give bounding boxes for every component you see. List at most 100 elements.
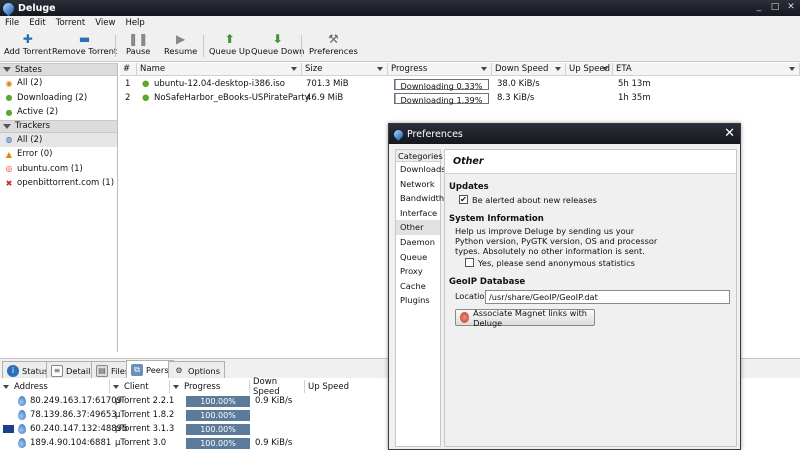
torrent-progress-bar: Downloading 0.33% <box>394 79 489 91</box>
column-header-peer-down-speed[interactable]: Down Speed <box>250 377 305 397</box>
geoip-location-input[interactable]: /usr/share/GeoIP/GeoIP.dat <box>485 290 730 304</box>
preferences-pane: Other Updates ✔ Be alerted about new rel… <box>444 149 737 447</box>
category-cache[interactable]: Cache <box>396 279 440 294</box>
associate-magnet-button[interactable]: Associate Magnet links with Deluge <box>455 308 595 328</box>
sysinfo-text: types. Absolutely no other information i… <box>455 246 645 256</box>
document-icon: ≡ <box>51 364 63 377</box>
column-header-client[interactable]: Client <box>110 380 170 393</box>
menu-torrent[interactable]: Torrent <box>51 18 91 28</box>
add-torrent-button[interactable]: ✚ Add Torrent <box>4 32 52 60</box>
send-statistics-checkbox[interactable] <box>465 258 474 267</box>
minimize-button[interactable]: _ <box>752 1 766 14</box>
tab-options[interactable]: ⚙ Options <box>168 361 226 379</box>
categories-header: Categories <box>396 150 443 162</box>
peer-download-icon <box>18 396 26 406</box>
dialog-title: Preferences <box>407 128 463 140</box>
window-title: Deluge <box>18 2 56 14</box>
dialog-close-icon[interactable]: ✕ <box>724 126 735 141</box>
menu-view[interactable]: View <box>90 18 120 28</box>
expander-icon <box>3 67 11 72</box>
menu-file[interactable]: File <box>0 18 24 28</box>
toolbar-separator <box>203 35 204 57</box>
openbittorrent-icon: ✖ <box>5 178 13 188</box>
maximize-button[interactable]: □ <box>768 1 782 14</box>
peer-download-icon <box>18 438 26 448</box>
category-other[interactable]: Other <box>396 220 440 235</box>
downloading-icon: ● <box>5 93 13 103</box>
ubuntu-icon: ◎ <box>5 164 13 174</box>
category-queue[interactable]: Queue <box>396 250 440 265</box>
sidebar: States ◉ All (2) ● Downloading (2) ● Act… <box>0 63 118 352</box>
alert-releases-checkbox[interactable]: ✔ <box>459 195 468 204</box>
column-header-down-speed[interactable]: Down Speed <box>492 63 566 76</box>
peer-progress-bar: 100.00% <box>186 410 250 421</box>
category-downloads[interactable]: Downloads <box>396 162 446 177</box>
downloading-icon: ● <box>142 93 150 103</box>
column-header-name[interactable]: Name <box>137 63 302 76</box>
sort-icon <box>602 67 608 71</box>
menu-help[interactable]: Help <box>120 18 149 28</box>
menu-edit[interactable]: Edit <box>24 18 50 28</box>
category-plugins[interactable]: Plugins <box>396 293 440 308</box>
column-header-num[interactable]: # <box>120 63 137 76</box>
column-header-peer-up-speed[interactable]: Up Speed <box>305 380 385 393</box>
state-downloading[interactable]: ● Downloading (2) <box>0 91 117 106</box>
pause-button[interactable]: ❚❚ Pause <box>126 32 150 60</box>
system-information-header: System Information <box>449 214 544 224</box>
peer-progress-bar: 100.00% <box>186 396 250 407</box>
torrent-row[interactable]: 2 ● NoSafeHarbor_eBooks-USPirateParty 46… <box>120 92 800 106</box>
sort-icon <box>377 67 383 71</box>
tracker-openbittorrent[interactable]: ✖ openbittorrent.com (1) <box>0 176 117 191</box>
category-interface[interactable]: Interface <box>396 206 440 221</box>
active-icon: ● <box>5 107 13 117</box>
category-daemon[interactable]: Daemon <box>396 235 440 250</box>
check-icon: ✔ <box>460 195 467 204</box>
resume-button[interactable]: ▶ Resume <box>164 32 197 60</box>
peer-progress-bar: 100.00% <box>186 424 250 435</box>
arrow-down-icon: ⬇ <box>272 32 283 46</box>
category-network[interactable]: Network <box>396 177 440 192</box>
tab-peers[interactable]: ⧉ Peers <box>126 360 174 379</box>
trackers-header[interactable]: Trackers <box>0 119 117 133</box>
title-bar: Deluge _ □ ✕ <box>0 0 800 16</box>
sort-icon <box>481 67 487 71</box>
play-icon: ▶ <box>176 32 186 46</box>
peer-download-icon <box>18 410 26 420</box>
tracker-all[interactable]: ◍ All (2) <box>0 132 117 147</box>
category-proxy[interactable]: Proxy <box>396 264 440 279</box>
peers-icon: ⧉ <box>131 364 143 376</box>
torrent-row[interactable]: 1 ● ubuntu-12.04-desktop-i386.iso 701.3 … <box>120 78 800 92</box>
pane-title: Other <box>445 150 736 174</box>
column-header-size[interactable]: Size <box>302 63 388 76</box>
tracker-error[interactable]: ▲ Error (0) <box>0 147 117 162</box>
deluge-app-icon <box>392 127 405 141</box>
send-statistics-label: Yes, please send anonymous statistics <box>478 258 635 268</box>
queue-up-button[interactable]: ⬆ Queue Up <box>209 32 250 60</box>
state-all[interactable]: ◉ All (2) <box>0 76 117 91</box>
country-flag-icon <box>3 425 14 433</box>
dialog-title-bar: Preferences ✕ <box>389 124 740 144</box>
close-button[interactable]: ✕ <box>784 1 798 14</box>
queue-down-button[interactable]: ⬇ Queue Down <box>251 32 304 60</box>
remove-torrent-button[interactable]: ▬ Remove Torrent <box>52 32 117 60</box>
column-header-eta[interactable]: ETA <box>613 63 800 76</box>
column-header-up-speed[interactable]: Up Speed <box>566 63 613 76</box>
preferences-button[interactable]: ⚒ Preferences <box>309 32 358 60</box>
plus-icon: ✚ <box>22 32 33 46</box>
pause-icon: ❚❚ <box>128 32 149 46</box>
options-icon: ⚙ <box>173 364 185 377</box>
sysinfo-text: Python version, PyGTK version, OS and pr… <box>455 236 658 246</box>
state-active[interactable]: ● Active (2) <box>0 105 117 120</box>
category-bandwidth[interactable]: Bandwidth <box>396 191 444 206</box>
states-header[interactable]: States <box>0 63 117 76</box>
column-header-progress[interactable]: Progress <box>388 63 492 76</box>
tracker-ubuntu[interactable]: ◎ ubuntu.com (1) <box>0 162 117 177</box>
toolbar-separator <box>301 35 302 57</box>
column-header-peer-progress[interactable]: Progress <box>170 380 250 393</box>
preferences-dialog: Preferences ✕ Categories Downloads Netwo… <box>388 123 741 450</box>
toolbar: ✚ Add Torrent ▬ Remove Torrent ❚❚ Pause … <box>0 30 800 62</box>
geoip-header: GeoIP Database <box>449 277 526 287</box>
sysinfo-text: Help us improve Deluge by sending us you… <box>455 226 635 236</box>
column-header-address[interactable]: Address <box>0 380 110 393</box>
updates-header: Updates <box>449 182 489 192</box>
